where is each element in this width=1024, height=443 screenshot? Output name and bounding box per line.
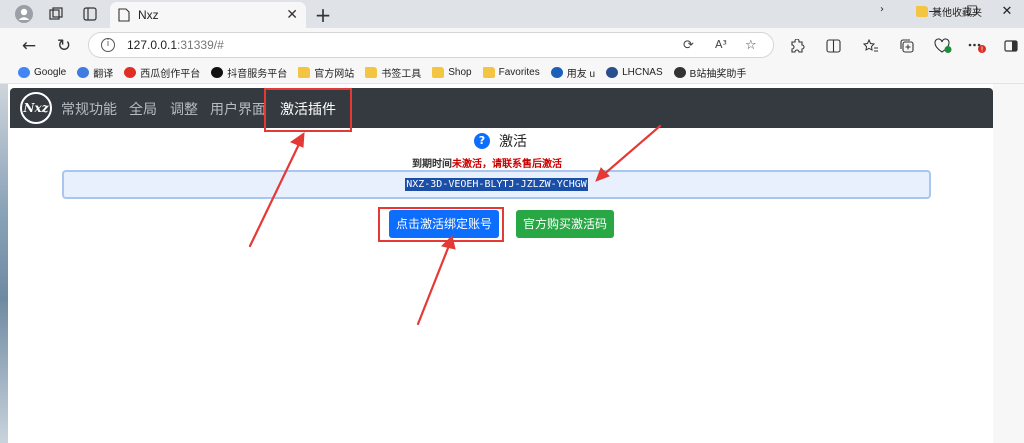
page-viewport: Nxz 常规功能 全局 调整 用户界面 激活插件 ? 激活 到期时间未激活，请联… [8,84,993,443]
bilibili-helper-icon [673,67,686,78]
annotation-highlight-nav [264,88,352,132]
nav-link-adjust[interactable]: 调整 [170,99,198,119]
bookmark-label: B站抽奖助手 [689,69,747,80]
other-favorites[interactable]: 其他收藏夹 [916,4,982,19]
url-host: 127.0.0.1 [127,38,178,52]
app-logo[interactable]: Nxz [20,92,52,124]
collections-icon[interactable] [896,35,918,57]
page-icon [118,8,130,22]
expiry-label: 到期时间 [412,159,452,170]
google-icon [18,67,30,78]
browser-toolbar: ← ↻ i 127.0.0.1:31339/# ⟳ A³ ☆ ! [0,28,1024,62]
expiry-value: 未激活，请联系售后激活 [452,159,562,170]
bookmark-item[interactable]: 用友 u [550,65,596,80]
yonyou-icon [550,67,563,78]
close-tab-icon[interactable]: ✕ [286,7,298,23]
browser-essentials-icon[interactable] [932,35,954,57]
workspaces-icon[interactable] [46,4,66,24]
expiry-info: 到期时间未激活，请联系售后激活 [412,155,562,170]
bookmark-label: 翻译 [93,69,114,80]
bookmarks-overflow-chevron-icon[interactable]: › [880,4,884,15]
bookmark-label: LHCNAS [622,67,663,78]
bookmark-label: 用友 u [566,69,596,80]
tab-actions-icon[interactable] [80,4,100,24]
activation-code-input[interactable]: NXZ-3D-VEOEH-BLYTJ-JZLZW-YCHGW [62,170,931,199]
page-right-gutter [993,84,1024,443]
bookmark-label: Google [34,67,67,78]
nas-icon [606,67,619,78]
favorite-star-icon[interactable]: ☆ [745,38,757,53]
refresh-icon[interactable]: ↻ [53,35,75,57]
bookmark-item[interactable]: 书签工具 [365,65,421,80]
svg-text:!: ! [981,46,984,54]
activation-code-text: NXZ-3D-VEOEH-BLYTJ-JZLZW-YCHGW [405,178,588,191]
close-window-icon[interactable]: ✕ [997,4,1017,19]
folder-icon [482,67,495,78]
tab-nxz[interactable]: Nxz ✕ [110,2,306,28]
bookmark-label: Favorites [498,67,540,78]
split-screen-icon[interactable] [822,35,844,57]
nav-link-ui[interactable]: 用户界面 [210,99,266,119]
read-aloud-icon[interactable]: A³ [715,38,727,51]
bookmark-item[interactable]: 西瓜创作平台 [124,65,200,80]
folder-icon [365,67,378,78]
bookmark-item[interactable]: LHCNAS [606,67,663,78]
nav-link-general[interactable]: 常规功能 [61,99,117,119]
new-tab-button[interactable]: + [312,3,334,27]
background-window-edge [0,84,8,443]
bookmark-item[interactable]: B站抽奖助手 [673,65,747,80]
help-question-icon[interactable]: ? [474,133,490,149]
tab-title: Nxz [138,8,159,22]
site-info-icon[interactable]: i [101,38,115,52]
translate-page-icon[interactable]: ⟳ [683,38,694,53]
bookmark-item[interactable]: 官方网站 [298,65,354,80]
nav-link-global[interactable]: 全局 [129,99,157,119]
folder-icon [298,67,311,78]
bookmarks-bar: Google 翻译 西瓜创作平台 抖音服务平台 官方网站 书签工具 Shop Favorite… [0,62,1024,84]
bookmark-label: 官方网站 [314,69,355,80]
buy-code-button[interactable]: 官方购买激活码 [516,210,614,238]
other-favorites-label: 其他收藏夹 [932,8,982,19]
bookmark-label: 抖音服务平台 [227,69,288,80]
favorites-icon[interactable] [860,35,882,57]
bookmark-label: 书签工具 [381,69,422,80]
bookmark-label: 西瓜创作平台 [140,69,201,80]
app-navbar: Nxz 常规功能 全局 调整 用户界面 激活插件 [10,88,993,128]
bookmark-item[interactable]: 翻译 [77,65,113,80]
bind-account-button[interactable]: 点击激活绑定账号 [389,210,499,238]
bookmark-item[interactable]: Favorites [482,67,540,78]
profile-avatar-icon[interactable] [14,4,34,24]
activation-title: 激活 [499,134,527,150]
url-text: 127.0.0.1:31339/# [127,38,224,52]
folder-icon [916,6,928,17]
bookmark-label: Shop [448,67,472,78]
address-bar[interactable]: i 127.0.0.1:31339/# ⟳ A³ ☆ [88,32,774,58]
back-arrow-icon[interactable]: ← [18,35,40,57]
translate-icon [77,67,90,78]
sidebar-toggle-icon[interactable] [1000,35,1022,57]
folder-icon [432,67,445,78]
extensions-icon[interactable] [786,35,808,57]
xigua-icon [124,67,137,78]
activation-header: ? 激活 [474,131,527,151]
settings-more-icon[interactable]: ! [966,35,988,57]
bookmark-item[interactable]: Google [18,67,66,78]
bookmark-item[interactable]: 抖音服务平台 [211,65,287,80]
douyin-icon [211,67,224,78]
url-path: :31339/# [177,38,224,52]
browser-tab-strip: Nxz ✕ + — ☐ ✕ [0,0,1024,28]
bookmark-item[interactable]: Shop [432,67,472,78]
